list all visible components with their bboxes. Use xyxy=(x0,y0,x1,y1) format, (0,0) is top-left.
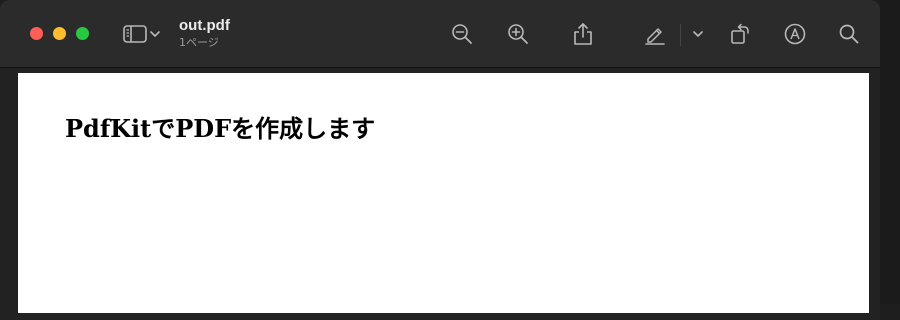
page-count: 1ページ xyxy=(179,36,219,49)
search-icon xyxy=(839,24,859,44)
markup-button[interactable] xyxy=(641,20,669,48)
annotate-button[interactable] xyxy=(781,20,809,48)
document-viewport[interactable]: PdfKitでPDFを作成します xyxy=(0,68,880,320)
toolbar-separator xyxy=(680,24,681,46)
share-icon xyxy=(574,23,592,45)
sidebar-toggle-icon xyxy=(123,25,147,43)
close-window-button[interactable] xyxy=(30,27,43,40)
markup-options-dropdown[interactable] xyxy=(688,20,708,48)
maximize-window-button[interactable] xyxy=(76,27,89,40)
preview-window: out.pdf 1ページ PdfKitでPDFを作成します xyxy=(0,0,880,320)
view-options-dropdown[interactable] xyxy=(145,20,165,48)
zoom-in-icon xyxy=(508,24,528,44)
share-button[interactable] xyxy=(569,20,597,48)
pdf-page: PdfKitでPDFを作成します xyxy=(18,73,869,313)
search-button[interactable] xyxy=(835,20,863,48)
rotate-icon xyxy=(731,23,749,44)
markup-pen-icon xyxy=(645,28,665,45)
rotate-button[interactable] xyxy=(726,20,754,48)
desktop-background xyxy=(880,0,900,304)
document-title: out.pdf xyxy=(179,17,230,34)
minimize-window-button[interactable] xyxy=(53,27,66,40)
zoom-in-button[interactable] xyxy=(504,20,532,48)
chevron-down-icon xyxy=(693,31,703,37)
zoom-out-button[interactable] xyxy=(448,20,476,48)
chevron-down-icon xyxy=(150,31,160,37)
title-bar: out.pdf 1ページ xyxy=(0,0,880,68)
document-title-block: out.pdf 1ページ xyxy=(179,17,230,50)
pdf-heading: PdfKitでPDFを作成します xyxy=(65,114,376,143)
annotate-circle-icon xyxy=(784,23,806,45)
zoom-out-icon xyxy=(452,24,472,44)
